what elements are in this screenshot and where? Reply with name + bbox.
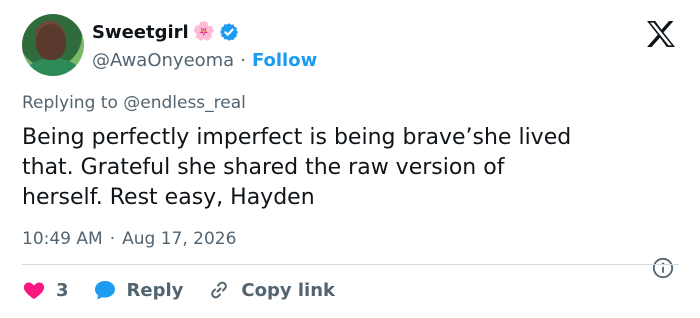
meta-separator: · bbox=[109, 229, 116, 249]
verified-icon bbox=[220, 23, 239, 41]
author-handle-row: @AwaOnyeoma · Follow bbox=[92, 48, 317, 72]
replying-to[interactable]: Replying to @endless_real bbox=[22, 93, 246, 117]
handle-separator: · bbox=[240, 49, 246, 71]
tweet-meta: 10:49 AM · Aug 17, 2026 bbox=[22, 226, 236, 252]
reply-button[interactable]: Reply bbox=[93, 278, 184, 302]
copy-link-button[interactable]: Copy link bbox=[207, 278, 335, 302]
tweet-date[interactable]: Aug 17, 2026 bbox=[122, 229, 236, 249]
tweet-time[interactable]: 10:49 AM bbox=[22, 229, 103, 249]
copy-link-label: Copy link bbox=[241, 279, 335, 301]
reply-bubble-icon bbox=[94, 281, 115, 300]
author-display-name[interactable]: Sweetgirl bbox=[92, 22, 189, 43]
divider bbox=[22, 264, 679, 265]
like-count: 3 bbox=[56, 279, 69, 301]
like-button[interactable]: 3 bbox=[22, 278, 69, 302]
reply-label: Reply bbox=[126, 279, 184, 301]
info-icon[interactable] bbox=[652, 257, 674, 279]
avatar[interactable] bbox=[22, 14, 84, 76]
author-name-row: Sweetgirl 🌸 bbox=[92, 20, 239, 44]
link-icon bbox=[211, 281, 228, 299]
avatar-face bbox=[36, 24, 66, 60]
action-bar: 3 Reply Copy link bbox=[22, 277, 359, 303]
author-handle[interactable]: @AwaOnyeoma bbox=[92, 50, 234, 71]
avatar-shirt bbox=[26, 58, 80, 76]
x-logo-icon[interactable] bbox=[646, 20, 676, 48]
heart-icon bbox=[23, 282, 45, 299]
follow-button[interactable]: Follow bbox=[252, 50, 317, 71]
flower-icon: 🌸 bbox=[192, 21, 216, 42]
tweet-text: Being perfectly imperfect is being brave… bbox=[22, 125, 572, 210]
